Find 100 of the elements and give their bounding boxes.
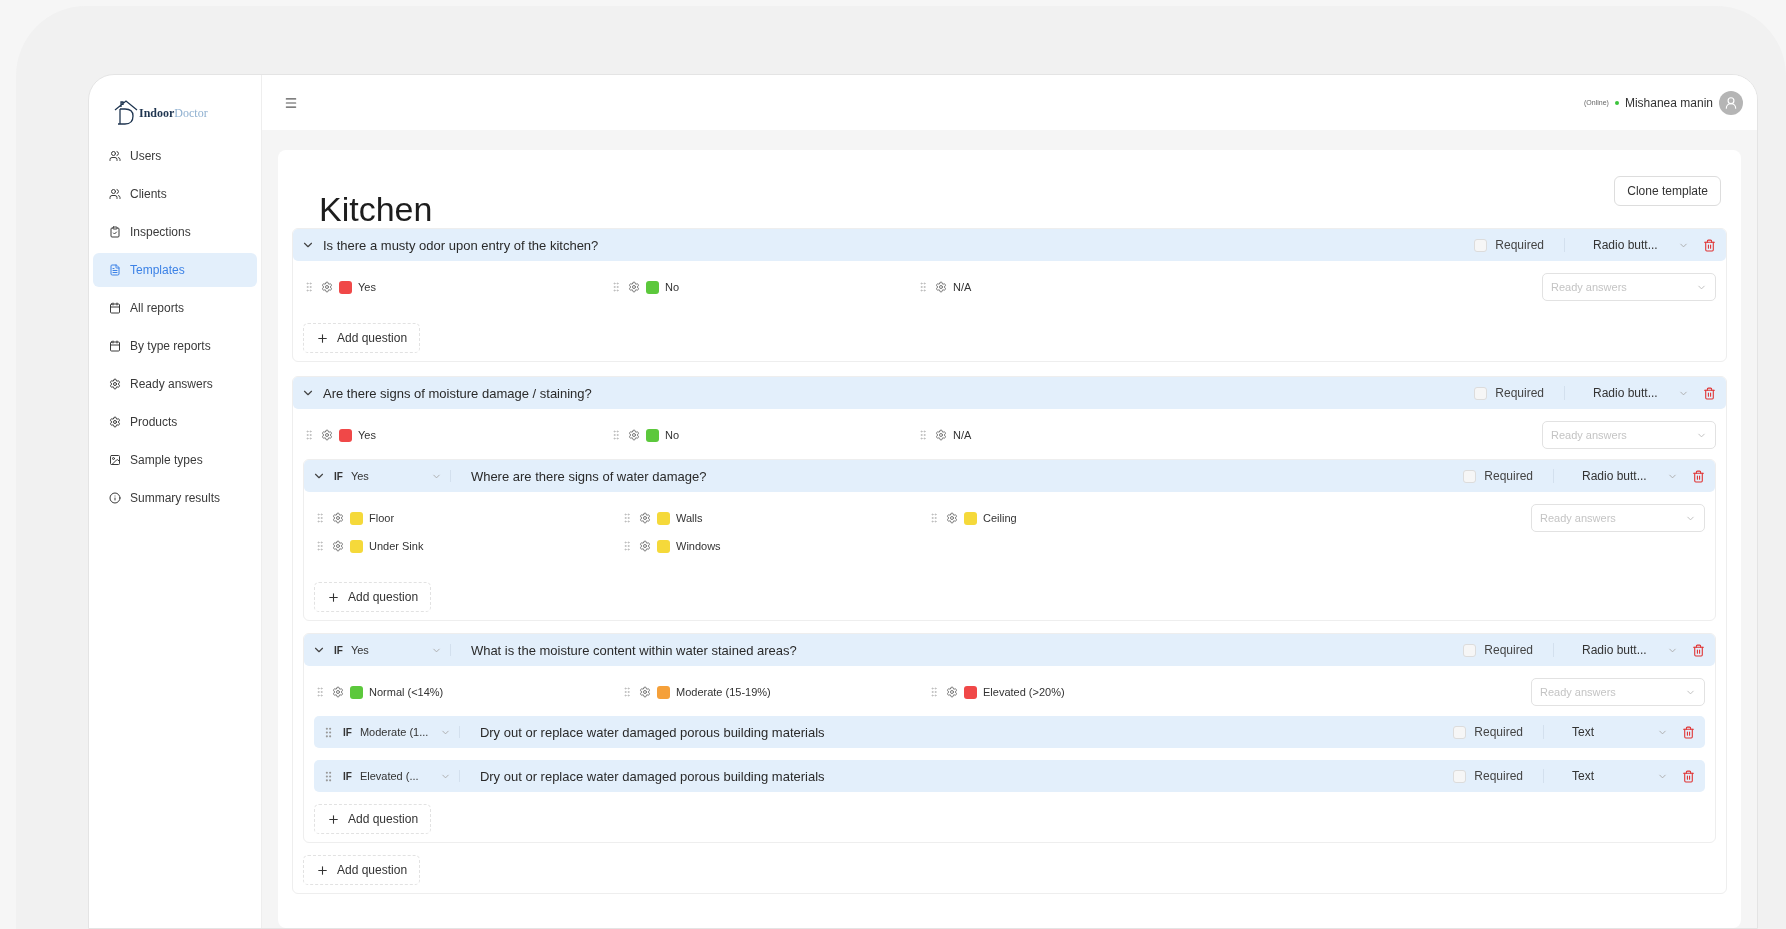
required-label: Required: [1484, 643, 1554, 657]
add-question-button[interactable]: Add question: [314, 582, 432, 612]
required-checkbox[interactable]: [1453, 769, 1467, 783]
condition-select[interactable]: Elevated (...: [359, 770, 460, 782]
required-checkbox[interactable]: [1474, 386, 1488, 400]
delete-icon[interactable]: [1692, 643, 1705, 657]
drag-handle-icon[interactable]: [621, 512, 633, 524]
gear-icon[interactable]: [321, 429, 333, 441]
add-question-button[interactable]: Add question: [303, 323, 421, 353]
drag-handle-icon[interactable]: [917, 429, 929, 441]
gear-icon[interactable]: [946, 512, 958, 524]
drag-handle-icon[interactable]: [621, 540, 633, 552]
gear-icon[interactable]: [332, 686, 344, 698]
answer-label: Windows: [676, 540, 721, 552]
menu-icon[interactable]: [284, 95, 298, 110]
add-question-button[interactable]: Add question: [303, 855, 421, 885]
delete-icon[interactable]: [1703, 386, 1716, 400]
plus-icon: [327, 812, 340, 826]
drag-handle-icon[interactable]: [303, 429, 315, 441]
sidebar-item[interactable]: Summary results: [93, 481, 257, 515]
required-label: Required: [1484, 469, 1554, 483]
type-select[interactable]: Radio butt...: [1582, 469, 1678, 483]
answer-label: Normal (<14%): [369, 686, 444, 698]
gear-icon[interactable]: [639, 686, 651, 698]
drag-handle-icon[interactable]: [610, 281, 622, 293]
answer-label: Ceiling: [983, 512, 1017, 524]
page-title: Kitchen: [319, 190, 433, 229]
document-icon: [109, 264, 121, 276]
answer-label: N/A: [953, 429, 972, 441]
required-checkbox[interactable]: [1474, 238, 1488, 252]
gear-icon: [109, 378, 121, 390]
sidebar-item[interactable]: Users: [93, 139, 257, 173]
question-title: What is the moisture content within water stained areas?: [470, 642, 797, 658]
if-label: IF: [343, 770, 352, 782]
gear-icon[interactable]: [639, 540, 651, 552]
question-title: Is there a musty odor upon entry of the kitchen?: [323, 237, 599, 253]
drag-handle-icon[interactable]: [928, 686, 940, 698]
answer-label: No: [665, 281, 680, 293]
drag-handle-icon[interactable]: [610, 429, 622, 441]
type-select[interactable]: Text: [1572, 725, 1668, 739]
delete-icon[interactable]: [1682, 725, 1695, 739]
gear-icon[interactable]: [935, 281, 947, 293]
sidebar-item[interactable]: Products: [93, 405, 257, 439]
type-select[interactable]: Radio butt...: [1593, 386, 1689, 400]
sidebar-item[interactable]: Inspections: [93, 215, 257, 249]
sidebar-item[interactable]: By type reports: [93, 329, 257, 363]
gear-icon: [109, 416, 121, 428]
add-question-button[interactable]: Add question: [314, 804, 432, 834]
type-select[interactable]: Text: [1572, 769, 1668, 783]
drag-handle-icon[interactable]: [303, 281, 315, 293]
clone-template-button[interactable]: Clone template: [1614, 176, 1721, 206]
required-checkbox[interactable]: [1463, 469, 1477, 483]
gear-icon[interactable]: [946, 686, 958, 698]
required-label: Required: [1495, 386, 1565, 400]
type-select[interactable]: Radio butt...: [1593, 238, 1689, 252]
type-select[interactable]: Radio butt...: [1582, 643, 1678, 657]
if-label: IF: [334, 644, 343, 656]
required-checkbox[interactable]: [1453, 725, 1467, 739]
answer-label: Yes: [358, 281, 376, 293]
sidebar-item[interactable]: Clients: [93, 177, 257, 211]
question-title: Are there signs of moisture damage / staining?: [323, 385, 592, 401]
drag-handle-icon[interactable]: [314, 540, 326, 552]
image-icon: [109, 454, 121, 466]
users-icon: [109, 150, 121, 162]
required-label: Required: [1474, 725, 1544, 739]
delete-icon[interactable]: [1692, 469, 1705, 483]
avatar[interactable]: [1719, 90, 1743, 115]
sidebar-item[interactable]: All reports: [93, 291, 257, 325]
required-checkbox[interactable]: [1463, 643, 1477, 657]
answer-label: Elevated (>20%): [983, 686, 1065, 698]
drag-handle-icon[interactable]: [928, 512, 940, 524]
drag-handle-icon[interactable]: [314, 686, 326, 698]
condition-select[interactable]: Yes: [350, 470, 451, 482]
drag-handle-icon[interactable]: [621, 686, 633, 698]
required-label: Required: [1474, 769, 1544, 783]
if-label: IF: [343, 726, 352, 738]
gear-icon[interactable]: [332, 540, 344, 552]
sidebar-item[interactable]: Ready answers: [93, 367, 257, 401]
gear-icon[interactable]: [332, 512, 344, 524]
info-icon: [109, 492, 121, 504]
sidebar-item[interactable]: Sample types: [93, 443, 257, 477]
plus-icon: [316, 863, 329, 877]
gear-icon[interactable]: [628, 429, 640, 441]
answer-label: N/A: [953, 281, 972, 293]
drag-handle-icon[interactable]: [917, 281, 929, 293]
plus-icon: [316, 331, 329, 345]
delete-icon[interactable]: [1703, 238, 1716, 252]
logo-text: IndoorDoctor: [139, 106, 208, 121]
gear-icon[interactable]: [639, 512, 651, 524]
drag-handle-icon[interactable]: [314, 512, 326, 524]
gear-icon[interactable]: [321, 281, 333, 293]
delete-icon[interactable]: [1682, 769, 1695, 783]
gear-icon[interactable]: [628, 281, 640, 293]
condition-select[interactable]: Yes: [350, 644, 451, 656]
question-title: Dry out or replace water damaged porous building materials: [479, 724, 825, 740]
answer-label: No: [665, 429, 680, 441]
gear-icon[interactable]: [935, 429, 947, 441]
answer-label: Floor: [369, 512, 395, 524]
question-title: Dry out or replace water damaged porous building materials: [479, 768, 825, 784]
condition-select[interactable]: Moderate (1...: [359, 726, 460, 738]
